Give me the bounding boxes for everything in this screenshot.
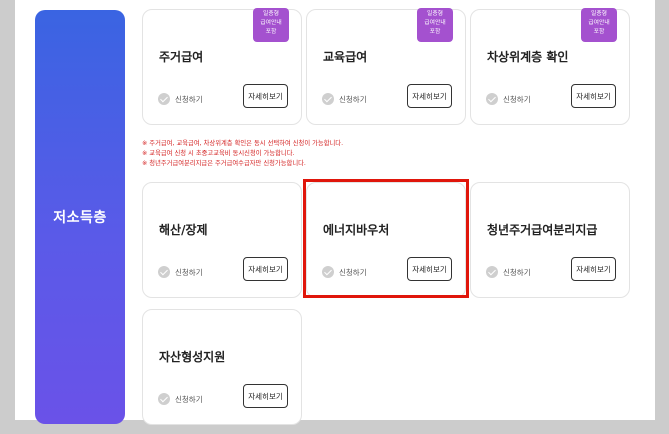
note-line: ※ 교육급여 신청 시 초중고교육비 동시신청이 가능합니다.	[142, 150, 295, 157]
benefit-info-badge: 일층형 급여안내 포함	[581, 8, 617, 42]
card-title: 주거급여	[159, 50, 204, 64]
card-title: 해산/장제	[159, 223, 208, 237]
service-card-asset-building[interactable]: 자산형성지원 신청하기 자세히보기	[142, 309, 302, 425]
service-card-childbirth-funeral[interactable]: 해산/장제 신청하기 자세히보기	[142, 182, 302, 298]
check-circle-icon[interactable]	[158, 393, 170, 405]
view-details-button[interactable]: 자세히보기	[571, 257, 616, 281]
check-circle-icon[interactable]	[486, 266, 498, 278]
note-line: ※ 주거급여, 교육급여, 차상위계층 확인은 동시 선택하여 신청이 가능합니…	[142, 140, 344, 147]
selection-highlight-box	[303, 179, 469, 298]
apply-label[interactable]: 신청하기	[175, 267, 203, 278]
view-details-button[interactable]: 자세히보기	[243, 384, 288, 408]
apply-label[interactable]: 신청하기	[175, 94, 203, 105]
view-details-button[interactable]: 자세히보기	[243, 257, 288, 281]
check-circle-icon[interactable]	[486, 93, 498, 105]
benefit-info-badge: 일층형 급여안내 포함	[417, 8, 453, 42]
service-card-near-poverty-check[interactable]: 일층형 급여안내 포함 차상위계층 확인 신청하기 자세히보기	[470, 8, 630, 125]
check-circle-icon[interactable]	[158, 266, 170, 278]
service-card-housing-benefit[interactable]: 일층형 급여안내 포함 주거급여 신청하기 자세히보기	[142, 8, 302, 125]
apply-label[interactable]: 신청하기	[503, 94, 531, 105]
card-title: 차상위계층 확인	[487, 50, 569, 64]
view-details-button[interactable]: 자세히보기	[243, 84, 288, 108]
card-title: 청년주거급여분리지급	[487, 223, 598, 237]
apply-label[interactable]: 신청하기	[339, 94, 367, 105]
check-circle-icon[interactable]	[158, 93, 170, 105]
service-card-youth-housing-separate[interactable]: 청년주거급여분리지급 신청하기 자세히보기	[470, 182, 630, 298]
card-title: 교육급여	[323, 50, 368, 64]
service-card-education-benefit[interactable]: 일층형 급여안내 포함 교육급여 신청하기 자세히보기	[306, 8, 466, 125]
application-notes: ※ 주거급여, 교육급여, 차상위계층 확인은 동시 선택하여 신청이 가능합니…	[142, 139, 343, 169]
check-circle-icon[interactable]	[322, 93, 334, 105]
apply-label[interactable]: 신청하기	[503, 267, 531, 278]
view-details-button[interactable]: 자세히보기	[407, 84, 452, 108]
benefit-info-badge: 일층형 급여안내 포함	[253, 8, 289, 42]
card-title: 자산형성지원	[159, 350, 226, 364]
note-line: ※ 청년주거급여분리지급은 주거급여수급자만 신청가능합니다.	[142, 160, 306, 167]
apply-label[interactable]: 신청하기	[175, 394, 203, 405]
view-details-button[interactable]: 자세히보기	[571, 84, 616, 108]
category-tab-low-income[interactable]: 저소득층	[35, 10, 125, 424]
category-label: 저소득층	[53, 210, 107, 226]
